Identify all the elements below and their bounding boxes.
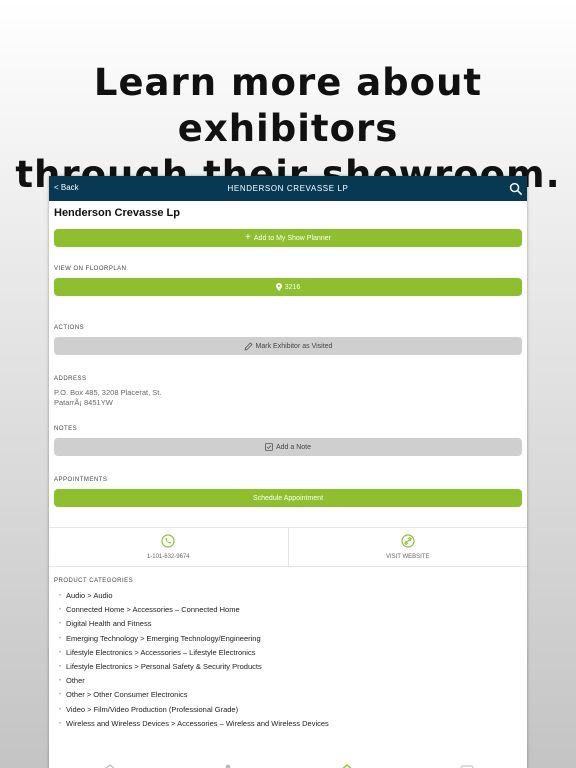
showroom-tab-icon[interactable] [340,763,354,768]
back-button[interactable]: < Back [54,183,79,192]
note-icon [265,443,273,451]
nav-title: HENDERSON CREVASSE LP [227,184,349,193]
list-item: Wireless and Wireless Devices > Accessor… [59,717,329,731]
categories-section-label: PRODUCT CATEGORIES [54,578,134,584]
tab-bar [49,761,527,768]
list-item: Connected Home > Accessories – Connected… [59,603,329,617]
pencil-icon [243,341,253,351]
actions-section-label: ACTIONS [54,325,85,331]
address-block: P.O. Box 485, 3208 Placerat, St. PatarrÃ… [54,388,161,408]
visit-website-label: VISIT WEBSITE [385,554,430,560]
phone-icon [161,534,175,548]
exhibitor-name: Henderson Crevasse Lp [54,207,180,219]
category-list: Audio > Audio Connected Home > Accessori… [59,589,329,731]
appointments-section-label: APPOINTMENTS [54,477,108,483]
phone-cell[interactable]: 1-101-632-9674 [49,528,288,566]
mark-visited-button[interactable]: Mark Exhibitor as Visited [54,337,522,355]
list-item: Video > Film/Video Production (Professio… [59,703,329,717]
address-line1: P.O. Box 485, 3208 Placerat, St. [54,388,162,397]
address-section-label: ADDRESS [54,376,87,382]
map-pin-icon [275,283,282,291]
list-item: Audio > Audio [59,589,329,603]
list-item: Emerging Technology > Emerging Technolog… [59,632,329,646]
add-to-planner-button[interactable]: + Add to My Show Planner [54,229,522,247]
website-cell[interactable]: VISIT WEBSITE [287,528,528,566]
phone-number: 1-101-632-9674 [146,554,190,560]
schedule-appointment-label: Schedule Appointment [252,494,324,502]
search-icon[interactable] [509,182,522,195]
link-icon [401,534,415,548]
floorplan-section-label: VIEW ON FLOORPLAN [54,266,127,272]
add-note-label: Add a Note [275,443,312,451]
list-item: Digital Health and Fitness [59,617,329,631]
promo-headline-line1: Learn more about exhibitors [93,61,483,150]
add-to-planner-label: Add to My Show Planner [253,234,331,242]
list-item: Other > Other Consumer Electronics [59,688,329,702]
notes-section-label: NOTES [54,426,78,432]
floorplan-booth-button[interactable]: 3216 [54,278,522,296]
add-note-button[interactable]: Add a Note [54,438,522,456]
plus-icon: + [245,232,251,243]
app-screen: < Back HENDERSON CREVASSE LP Henderson C… [49,176,527,768]
nav-bar: < Back HENDERSON CREVASSE LP [49,176,527,201]
booth-number: 3216 [284,283,301,291]
people-tab-icon[interactable] [221,763,235,768]
address-line2: PatarrÃ¡ 8451YW [54,398,113,407]
home-tab-icon[interactable] [103,763,117,768]
list-item: Lifestyle Electronics > Accessories – Li… [59,646,329,660]
more-tab-icon[interactable] [460,763,474,768]
list-item: Other [59,674,329,688]
mark-visited-label: Mark Exhibitor as Visited [255,342,333,350]
contact-row: 1-101-632-9674 VISIT WEBSITE [49,527,527,567]
schedule-appointment-button[interactable]: Schedule Appointment [54,489,522,507]
list-item: Lifestyle Electronics > Personal Safety … [59,660,329,674]
